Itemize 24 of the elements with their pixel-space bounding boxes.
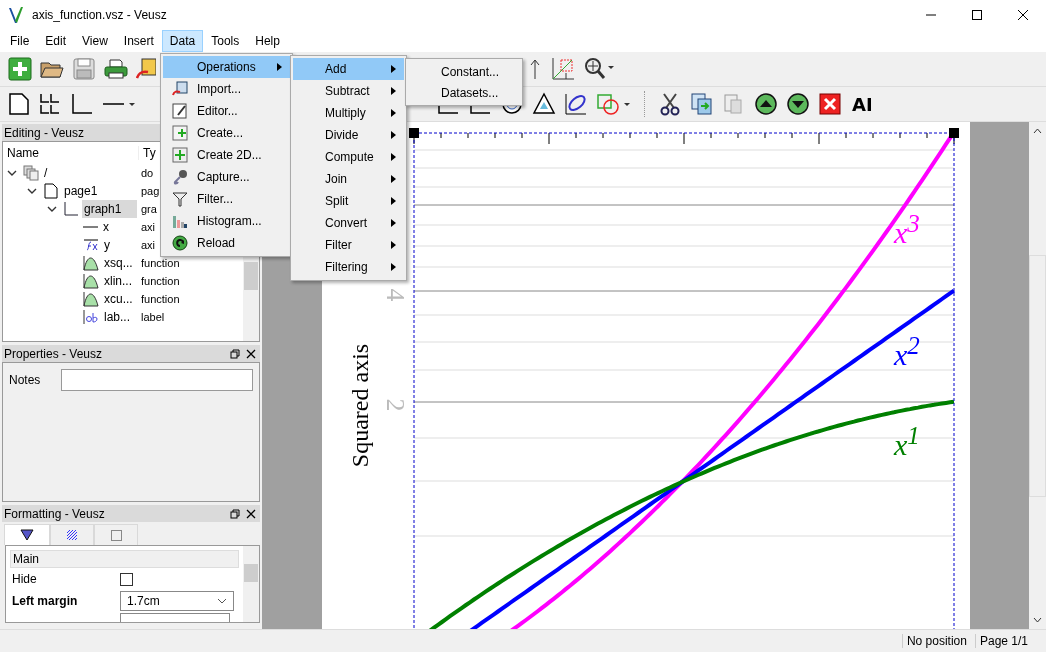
tick-label: 4 (379, 288, 410, 302)
status-text: Page 1/1 (974, 634, 1032, 648)
panel-title: Properties - Veusz (4, 346, 103, 361)
tree-cell: label (140, 311, 165, 323)
tree-cell: axi (140, 239, 156, 251)
group-header: Main (10, 550, 239, 568)
setting-label: Left margin (11, 594, 79, 608)
field-label: Notes (8, 373, 42, 387)
tree-cell: function (140, 293, 180, 305)
axis-label: Squared axis (346, 342, 374, 470)
curve-label: x$^{1}$ (894, 422, 920, 462)
panel-title: Formatting - Veusz (4, 506, 105, 521)
curve-label: x$^{3}$ (894, 210, 920, 250)
tree-cell: pag (140, 185, 160, 197)
curve-label: x$^{2}$ (894, 332, 920, 372)
window-title: axis_function.vsz - Veusz (32, 8, 167, 22)
tree-cell: function (140, 257, 180, 269)
tree-cell: do (140, 167, 154, 179)
setting-label: Hide (11, 572, 38, 586)
status-text: No position (901, 634, 971, 648)
tree-cell: gra (140, 203, 157, 215)
tick-label: 2 (379, 398, 410, 412)
tree-cell: function (140, 275, 180, 287)
tree-cell: axi (140, 221, 156, 233)
